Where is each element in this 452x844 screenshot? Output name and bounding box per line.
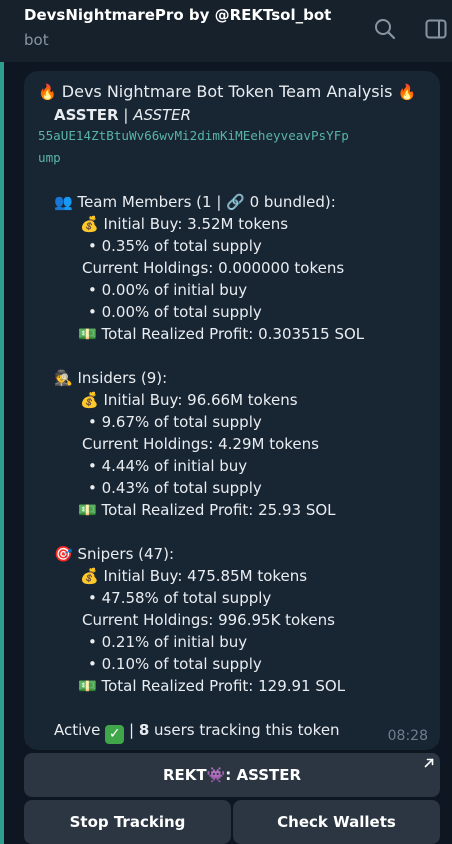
- insiders-holdings-supply-pct: • 0.43% of total supply: [88, 479, 262, 497]
- money-bill-icon: 💵: [78, 677, 97, 695]
- snipers-current-holdings: Current Holdings: 996.95K tokens: [82, 611, 335, 629]
- tracking-status: Active ✓ | 8 users tracking this token: [54, 719, 340, 744]
- message-title: 🔥 Devs Nightmare Bot Token Team Analysis…: [38, 81, 416, 103]
- fire-icon: 🔥: [38, 83, 57, 101]
- rekt-link-button[interactable]: REKT👾: ASSTER: [24, 753, 440, 797]
- team-holdings-supply-pct: • 0.00% of total supply: [88, 303, 262, 321]
- money-bill-icon: 💵: [78, 325, 97, 343]
- team-holdings-initial-pct: • 0.00% of initial buy: [88, 281, 248, 299]
- snipers-initial-buy-text: Initial Buy: 475.85M tokens: [103, 567, 308, 585]
- money-bill-icon: 💵: [78, 501, 97, 519]
- team-current-holdings: Current Holdings: 0.000000 tokens: [82, 259, 345, 277]
- message-title-text: Devs Nightmare Bot Token Team Analysis: [61, 82, 393, 101]
- snipers-profit: 💵 Total Realized Profit: 129.91 SOL: [78, 675, 345, 697]
- snipers-holdings-supply-pct: • 0.10% of total supply: [88, 655, 262, 673]
- tracking-count: 8: [138, 721, 150, 739]
- snipers-initial-buy-pct: • 47.58% of total supply: [88, 589, 272, 607]
- token-separator: |: [123, 106, 129, 124]
- stop-tracking-button[interactable]: Stop Tracking: [24, 800, 231, 844]
- check-wallets-label: Check Wallets: [277, 813, 396, 831]
- money-bag-icon: 💰: [80, 391, 99, 409]
- token-line: ASSTER | ASSTER: [54, 104, 191, 126]
- money-bag-icon: 💰: [80, 567, 99, 585]
- chat-accent-bar: [0, 62, 4, 844]
- team-initial-buy: 💰 Initial Buy: 3.52M tokens: [80, 213, 288, 235]
- team-icon: 👥: [54, 193, 73, 211]
- insiders-initial-buy: 💰 Initial Buy: 96.66M tokens: [80, 389, 298, 411]
- snipers-holdings-initial-pct: • 0.21% of initial buy: [88, 633, 248, 651]
- token-address-line1[interactable]: 55aUE14ZtBtuWv66wvMi2dimKiMEeheyveavPsYF…: [38, 125, 349, 147]
- insiders-profit-text: Total Realized Profit: 25.93 SOL: [101, 501, 336, 519]
- snipers-profit-text: Total Realized Profit: 129.91 SOL: [101, 677, 346, 695]
- team-profit: 💵 Total Realized Profit: 0.303515 SOL: [78, 323, 364, 345]
- insiders-initial-buy-text: Initial Buy: 96.66M tokens: [103, 391, 298, 409]
- snipers-label: Snipers (47):: [77, 545, 175, 563]
- token-address-line2[interactable]: ump: [38, 147, 61, 169]
- side-panel-icon[interactable]: [424, 17, 448, 41]
- external-link-icon: [424, 758, 434, 768]
- insiders-profit: 💵 Total Realized Profit: 25.93 SOL: [78, 499, 336, 521]
- message-bubble: 🔥 Devs Nightmare Bot Token Team Analysis…: [24, 71, 440, 750]
- snipers-heading: 🎯 Snipers (47):: [54, 543, 174, 565]
- stop-tracking-label: Stop Tracking: [69, 813, 186, 831]
- fire-icon: 🔥: [397, 83, 417, 101]
- target-icon: 🎯: [54, 545, 73, 563]
- check-wallets-button[interactable]: Check Wallets: [233, 800, 440, 844]
- check-mark-icon: ✓: [105, 725, 125, 744]
- chat-status: bot: [24, 31, 49, 49]
- snipers-initial-buy: 💰 Initial Buy: 475.85M tokens: [80, 565, 307, 587]
- spy-icon: 🕵: [54, 369, 73, 387]
- insiders-label: Insiders (9):: [77, 369, 168, 387]
- chat-header: DevsNightmarePro by @REKTsol_bot bot: [0, 0, 452, 62]
- token-name: ASSTER: [54, 106, 119, 124]
- token-symbol: ASSTER: [133, 106, 192, 124]
- money-bag-icon: 💰: [80, 215, 99, 233]
- team-members-heading: 👥 Team Members (1 | 🔗 0 bundled):: [54, 191, 336, 213]
- chat-title[interactable]: DevsNightmarePro by @REKTsol_bot: [24, 6, 331, 24]
- active-label: Active: [54, 721, 101, 739]
- team-members-label: Team Members (1 | 🔗 0 bundled):: [77, 193, 336, 211]
- insiders-current-holdings: Current Holdings: 4.29M tokens: [82, 435, 319, 453]
- search-icon[interactable]: [373, 17, 397, 41]
- rekt-link-label: REKT👾: ASSTER: [162, 766, 302, 784]
- tracking-separator: |: [128, 721, 135, 739]
- insiders-initial-buy-pct: • 9.67% of total supply: [88, 413, 262, 431]
- message-time: 08:28: [387, 728, 428, 744]
- team-profit-text: Total Realized Profit: 0.303515 SOL: [101, 325, 365, 343]
- team-initial-buy-text: Initial Buy: 3.52M tokens: [103, 215, 289, 233]
- tracking-text: users tracking this token: [154, 721, 340, 739]
- team-initial-buy-pct: • 0.35% of total supply: [88, 237, 262, 255]
- insiders-holdings-initial-pct: • 4.44% of initial buy: [88, 457, 248, 475]
- insiders-heading: 🕵 Insiders (9):: [54, 367, 167, 389]
